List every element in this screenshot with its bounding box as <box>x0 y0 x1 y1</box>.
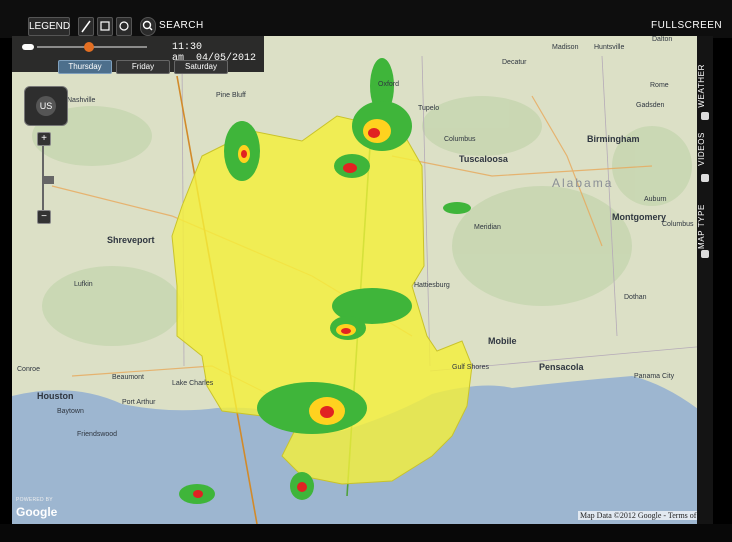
bottom-bar <box>0 524 732 542</box>
place-oxford: Oxford <box>378 81 400 88</box>
place-gadsden: Gadsden <box>636 102 665 109</box>
place-hattiesburg: Hattiesburg <box>414 282 450 289</box>
playback-toggle[interactable] <box>22 44 34 50</box>
state-label-alabama: Alabama <box>552 176 614 190</box>
draw-icon[interactable] <box>78 17 94 36</box>
place-rome: Rome <box>650 82 669 89</box>
map-attribution[interactable]: Map Data ©2012 Google - Terms of Use <box>578 511 713 520</box>
place-houston: Houston <box>37 391 74 401</box>
tab-saturday[interactable]: Saturday <box>174 60 228 74</box>
place-galveston: Friendswood <box>77 431 118 438</box>
place-port-arthur: Port Arthur <box>122 399 156 406</box>
place-columbus-ga: Columbus <box>662 221 694 228</box>
powered-by-label: POWERED BY <box>16 497 53 503</box>
place-dothan: Dothan <box>624 294 647 301</box>
place-nashville: Nashville <box>67 97 96 104</box>
place-lufkin: Lufkin <box>74 281 93 288</box>
place-columbus-ms: Columbus <box>444 136 476 143</box>
radar-map[interactable]: Shreveport Birmingham Tuscaloosa Montgom… <box>12 36 713 524</box>
app-frame: LEGEND SEARCH FULLSCREEN Shreveport Birm… <box>0 0 732 542</box>
place-dalton: Dalton <box>652 36 673 43</box>
place-huntsville: Huntsville <box>594 44 625 51</box>
google-logo[interactable]: Google <box>16 505 57 519</box>
film-icon <box>701 174 709 182</box>
share-icon[interactable] <box>116 17 132 36</box>
search-icon[interactable] <box>140 17 156 36</box>
place-montgomery: Montgomery <box>612 212 666 222</box>
zoom-in-button[interactable]: + <box>37 132 51 146</box>
tab-friday[interactable]: Friday <box>116 60 170 74</box>
zoom-out-button[interactable]: − <box>37 210 51 224</box>
map-graphics <box>12 36 713 524</box>
place-panama-city: Panama City <box>634 373 675 380</box>
zoom-handle[interactable] <box>44 176 54 184</box>
map-type-tab[interactable]: MAP TYPE <box>697 204 713 249</box>
place-pine-bluff: Pine Bluff <box>216 92 246 99</box>
weather-tab[interactable]: WEATHER <box>697 64 713 108</box>
place-madison: Madison <box>552 44 579 51</box>
pin-icon <box>701 250 709 258</box>
place-birmingham: Birmingham <box>587 134 640 144</box>
pan-control[interactable]: US <box>24 86 68 126</box>
place-shreveport: Shreveport <box>107 235 155 245</box>
videos-tab[interactable]: VIDEOS <box>697 132 713 166</box>
place-auburn: Auburn <box>644 196 667 203</box>
place-tupelo: Tupelo <box>418 105 440 112</box>
cloud-icon <box>701 112 709 120</box>
place-meridian: Meridian <box>474 224 501 231</box>
search-label[interactable]: SEARCH <box>159 17 204 34</box>
place-decatur: Decatur <box>502 59 527 66</box>
fullscreen-button[interactable]: FULLSCREEN <box>651 17 722 34</box>
place-baytown: Baytown <box>57 408 84 415</box>
place-pensacola: Pensacola <box>539 362 584 372</box>
place-lake-charles: Lake Charles <box>172 380 214 387</box>
place-conroe: Conroe <box>17 366 40 373</box>
play-icon[interactable] <box>84 42 94 52</box>
place-gulf-shores: Gulf Shores <box>452 364 489 371</box>
region-button[interactable]: US <box>36 96 56 116</box>
place-mobile: Mobile <box>488 336 517 346</box>
legend-button[interactable]: LEGEND <box>28 17 70 36</box>
place-tuscaloosa: Tuscaloosa <box>459 154 508 164</box>
side-panel: WEATHER VIDEOS MAP TYPE <box>697 36 713 524</box>
tab-thursday[interactable]: Thursday <box>58 60 112 74</box>
top-toolbar: LEGEND SEARCH FULLSCREEN <box>0 0 732 38</box>
place-beaumont: Beaumont <box>112 374 144 381</box>
layers-icon[interactable] <box>97 17 113 36</box>
